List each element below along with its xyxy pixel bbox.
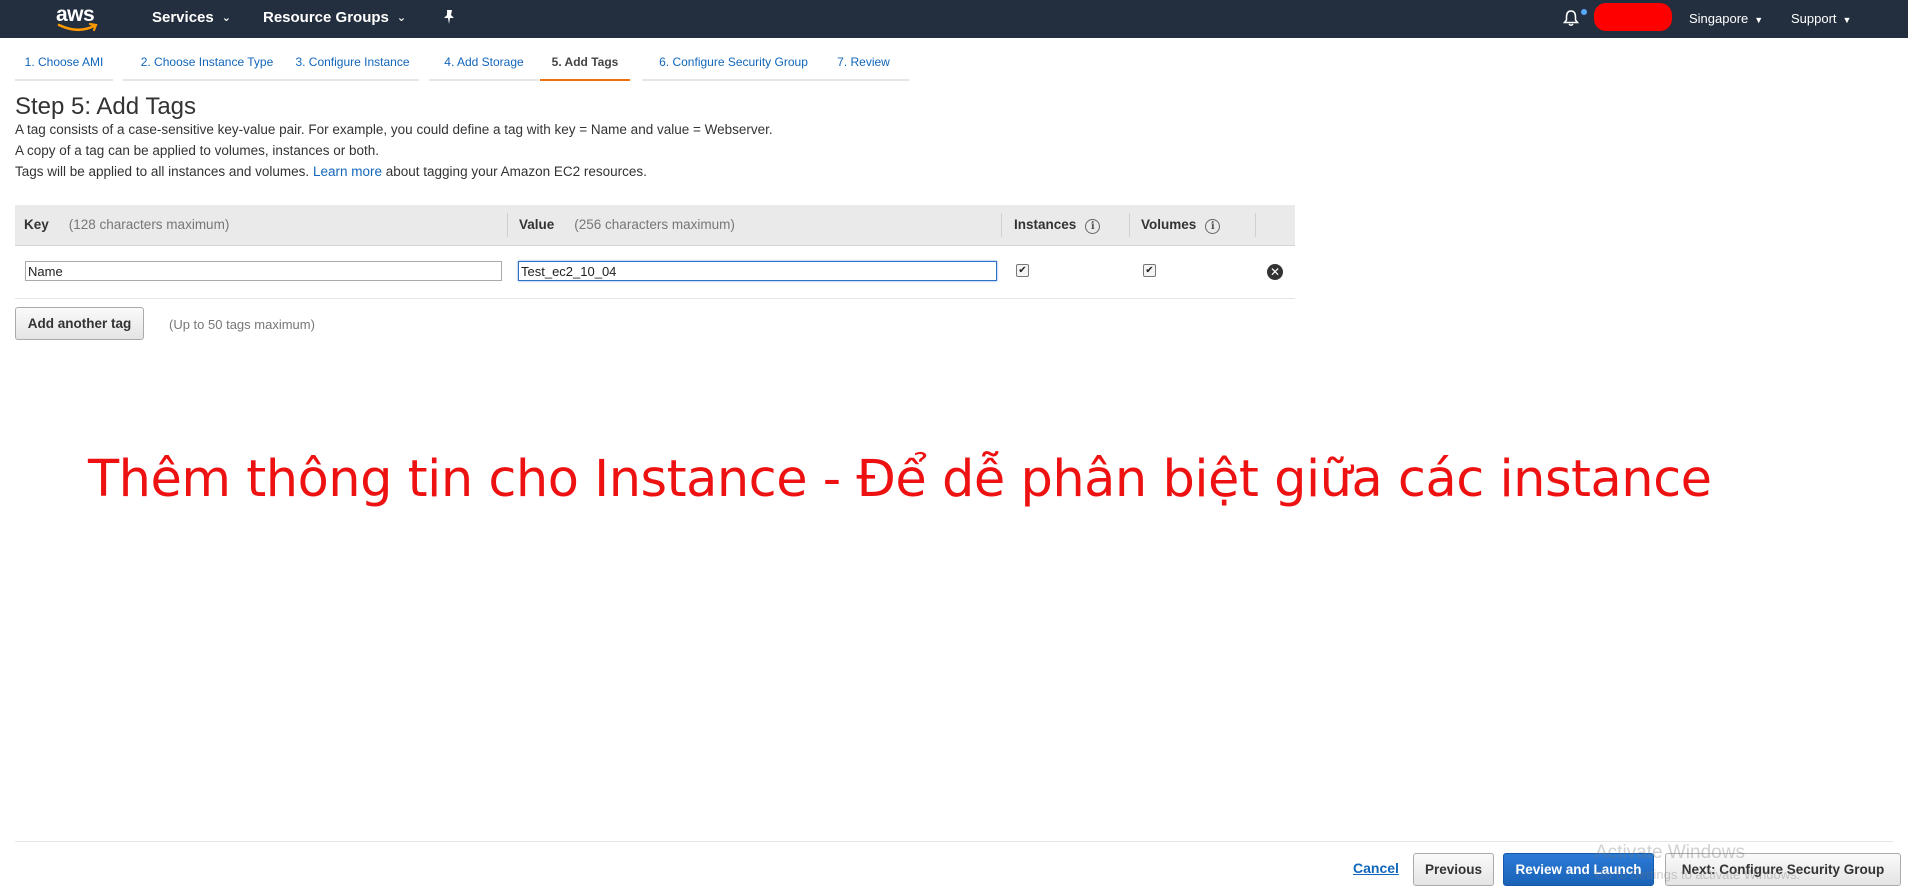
instances-checkbox[interactable]: ✔ — [1016, 264, 1029, 277]
description-line-2: A copy of a tag can be applied to volume… — [15, 143, 379, 158]
services-menu[interactable]: Services ⌄ — [152, 9, 231, 26]
volumes-checkbox[interactable]: ✔ — [1143, 264, 1156, 277]
description-text: about tagging your Amazon EC2 resources. — [385, 164, 647, 179]
step-configure-security-group[interactable]: 6. Configure Security Group — [642, 52, 825, 81]
step-configure-instance[interactable]: 3. Configure Instance — [286, 52, 419, 81]
page-title: Step 5: Add Tags — [15, 93, 197, 120]
header-value-hint: (256 characters maximum) — [574, 217, 735, 232]
table-row: ✔ ✔ ✕ — [15, 246, 1295, 299]
step-choose-ami[interactable]: 1. Choose AMI — [15, 52, 113, 81]
header-key-label: Key — [24, 217, 49, 232]
header-volumes: Volumes i — [1141, 217, 1221, 234]
region-menu[interactable]: Singapore ▼ — [1689, 11, 1763, 26]
header-key-hint: (128 characters maximum) — [68, 217, 230, 232]
description-text: Tags will be applied to all instances an… — [15, 164, 310, 179]
header-value-label: Value — [519, 217, 555, 232]
step-add-tags[interactable]: 5. Add Tags — [540, 52, 630, 81]
aws-smile-icon — [57, 23, 98, 32]
column-divider — [1255, 213, 1256, 237]
chevron-down-icon: ⌄ — [396, 12, 407, 24]
region-label: Singapore — [1689, 11, 1749, 26]
support-label: Support — [1791, 11, 1837, 26]
aws-logo[interactable]: aws — [56, 3, 102, 33]
table-header: Key (128 characters maximum) Value (256 ch… — [15, 205, 1295, 246]
bell-icon[interactable] — [1562, 9, 1580, 27]
description-line-3: Tags will be applied to all instances an… — [15, 164, 647, 179]
step-review[interactable]: 7. Review — [818, 52, 909, 81]
header-key: Key (128 characters maximum) — [24, 217, 229, 232]
pin-icon[interactable] — [442, 9, 456, 25]
support-menu[interactable]: Support ▼ — [1791, 11, 1851, 26]
resource-groups-menu[interactable]: Resource Groups ⌄ — [263, 9, 406, 26]
cancel-link[interactable]: Cancel — [1353, 860, 1399, 876]
column-divider — [507, 213, 508, 237]
header-instances: Instances i — [1014, 217, 1101, 234]
overlay-annotation: Thêm thông tin cho Instance - Để dễ phân… — [88, 450, 1712, 509]
remove-tag-icon[interactable]: ✕ — [1267, 264, 1283, 280]
header-value: Value (256 characters maximum) — [519, 217, 735, 232]
header-volumes-label: Volumes — [1141, 217, 1197, 232]
caret-down-icon: ▼ — [1754, 15, 1764, 25]
column-divider — [1001, 213, 1002, 237]
activate-windows-watermark: Activate Windows Go to Settings to activ… — [1595, 842, 1800, 886]
watermark-subtitle: Go to Settings to activate Windows. — [1595, 867, 1801, 882]
top-navbar: aws Services ⌄ Resource Groups ⌄ Singapore… — [0, 0, 1908, 38]
add-tag-limit-hint: (Up to 50 tags maximum) — [169, 317, 315, 332]
header-instances-label: Instances — [1014, 217, 1077, 232]
resource-groups-label: Resource Groups — [263, 9, 389, 26]
description-line-1: A tag consists of a case-sensitive key-v… — [15, 122, 773, 137]
tag-key-input[interactable] — [25, 261, 502, 281]
caret-down-icon: ▼ — [1842, 15, 1852, 25]
learn-more-link[interactable]: Learn more — [313, 164, 382, 179]
column-divider — [1129, 213, 1130, 237]
chevron-down-icon: ⌄ — [221, 12, 231, 24]
services-label: Services — [152, 9, 214, 26]
add-another-tag-button[interactable]: Add another tag — [15, 307, 144, 340]
info-icon[interactable]: i — [1205, 219, 1221, 234]
notification-dot — [1581, 9, 1587, 15]
info-icon[interactable]: i — [1085, 219, 1101, 234]
watermark-title: Activate Windows — [1595, 842, 1745, 863]
step-add-storage[interactable]: 4. Add Storage — [429, 52, 539, 81]
tag-value-input[interactable] — [518, 261, 997, 281]
previous-button[interactable]: Previous — [1413, 853, 1494, 886]
account-menu-redacted[interactable] — [1594, 3, 1672, 31]
step-choose-instance-type[interactable]: 2. Choose Instance Type — [123, 52, 291, 81]
